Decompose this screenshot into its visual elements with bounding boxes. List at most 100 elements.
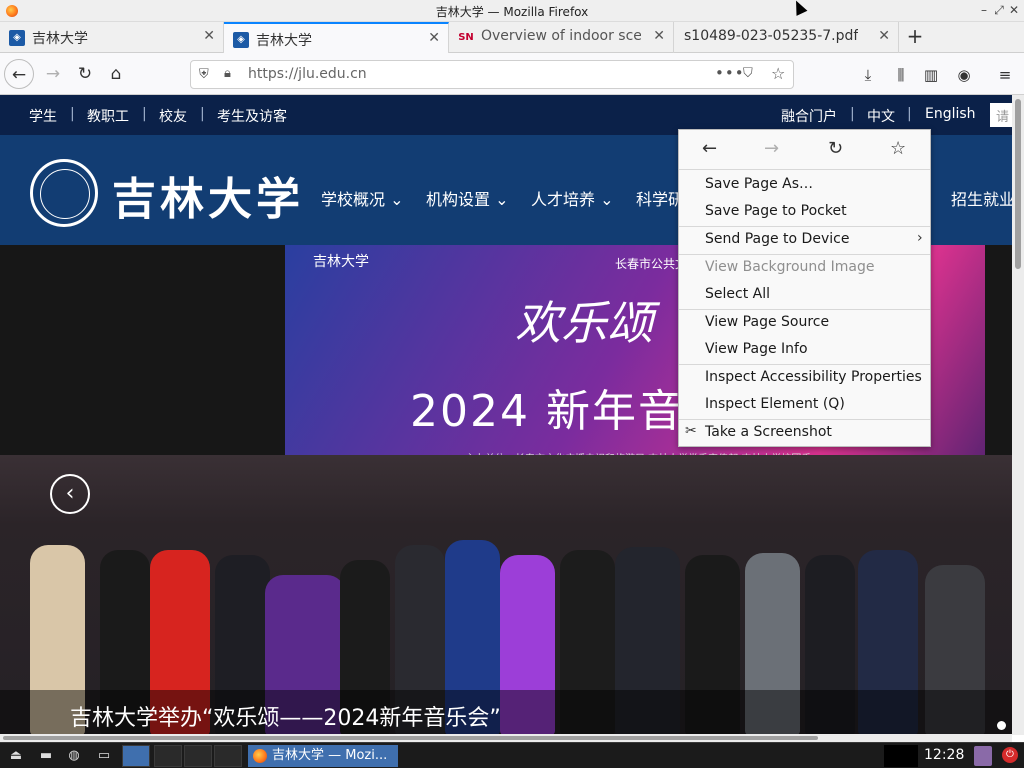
close-tab-icon[interactable]: ✕ (653, 28, 665, 44)
menu-inspect-element[interactable]: Inspect Element (Q) (705, 396, 845, 412)
separator: | (200, 106, 205, 122)
power-icon[interactable]: ⏻ (1002, 747, 1018, 763)
tab-pdf[interactable]: s10489-023-05235-7.pdf ✕ (674, 22, 899, 53)
menu-save-page-as[interactable]: Save Page As… (705, 176, 813, 192)
tab-label: 吉林大学 (256, 33, 312, 49)
workspace-1[interactable] (154, 745, 182, 767)
tab-label: s10489-023-05235-7.pdf (684, 28, 859, 44)
university-favicon-icon: ◈ (9, 30, 25, 46)
tab-label: 吉林大学 (32, 31, 88, 47)
banner-script-text: 欢乐颂 (515, 296, 653, 350)
link-english[interactable]: English (925, 106, 976, 122)
lock-icon[interactable]: 🔒︎ (224, 66, 231, 81)
menu-separator (679, 419, 930, 420)
link-visitors[interactable]: 考生及访客 (217, 106, 287, 126)
separator: | (907, 106, 912, 122)
close-window-button[interactable]: ✕ (1007, 2, 1021, 18)
workspace-3[interactable] (214, 745, 242, 767)
minimize-button[interactable]: – (977, 2, 991, 18)
nav-education[interactable]: 人才培养 ⌄ (531, 186, 614, 210)
tracking-shield-icon[interactable]: ⛨ (199, 67, 209, 82)
hero-caption[interactable]: 吉林大学举办“欢乐颂——2024新年音乐会” (70, 700, 501, 732)
context-menu: ← → ↻ ☆ Save Page As… Save Page to Pocke… (678, 129, 931, 447)
university-logo-text[interactable]: 吉林大学 (112, 163, 304, 227)
submenu-chevron-icon: › (917, 230, 923, 246)
file-manager-icon[interactable]: ▭ (94, 746, 114, 766)
maximize-button[interactable]: ⤢ (992, 2, 1006, 18)
link-staff[interactable]: 教职工 (87, 106, 129, 126)
context-nav-row: ← → ↻ ☆ (679, 130, 930, 170)
close-tab-icon[interactable]: ✕ (203, 28, 215, 44)
link-portal[interactable]: 融合门户 (781, 106, 837, 126)
context-bookmark-icon[interactable]: ☆ (890, 138, 906, 159)
url-text[interactable]: https://jlu.edu.cn (248, 66, 367, 82)
home-button[interactable]: ⌂ (101, 59, 131, 89)
scrollbar-thumb[interactable] (1015, 99, 1021, 269)
new-tab-button[interactable]: + (902, 24, 928, 50)
tab-jlu-active[interactable]: ◈ 吉林大学 ✕ (224, 22, 449, 53)
menu-separator (679, 364, 930, 365)
firefox-launcher-icon[interactable] (122, 745, 150, 767)
close-tab-icon[interactable]: ✕ (428, 30, 440, 46)
tab-overview-indoor[interactable]: SN Overview of indoor scen ✕ (449, 22, 674, 53)
menu-separator (679, 226, 930, 227)
browser-launcher-icon[interactable]: ◍ (64, 746, 84, 766)
separator: | (70, 106, 75, 122)
start-menu-icon[interactable]: ⏏ (6, 746, 26, 766)
link-students[interactable]: 学生 (29, 106, 57, 126)
downloads-icon[interactable]: ⤓ (857, 64, 879, 86)
forward-button[interactable]: → (38, 59, 68, 89)
horizontal-scrollbar[interactable] (0, 734, 1012, 742)
back-button[interactable]: ← (4, 59, 34, 89)
os-taskbar: ⏏ ▬ ◍ ▭ 吉林大学 — Mozi... 12:28 ⏻ (0, 742, 1024, 768)
nav-admissions[interactable]: 招生就业 (951, 186, 1012, 210)
tab-label: Overview of indoor scen (481, 28, 641, 44)
context-back-icon[interactable]: ← (702, 138, 717, 159)
workspace-2[interactable] (184, 745, 212, 767)
banner-org-text: 吉林大学 (313, 254, 369, 270)
menu-view-page-info[interactable]: View Page Info (705, 341, 808, 357)
carousel-dot[interactable] (997, 721, 1006, 730)
menu-save-to-pocket[interactable]: Save Page to Pocket (705, 203, 847, 219)
close-tab-icon[interactable]: ✕ (878, 28, 890, 44)
vertical-scrollbar[interactable] (1012, 95, 1024, 735)
menu-select-all[interactable]: Select All (705, 286, 770, 302)
menu-separator (679, 254, 930, 255)
sidebar-icon[interactable]: ▥ (920, 64, 942, 86)
university-seal-logo[interactable] (30, 159, 98, 227)
menu-inspect-accessibility[interactable]: Inspect Accessibility Properties (705, 369, 922, 385)
pocket-icon[interactable]: ⛉ (743, 66, 753, 81)
context-reload-icon[interactable]: ↻ (828, 138, 843, 159)
window-title: 吉林大学 — Mozilla Firefox (435, 5, 589, 19)
nav-institutions[interactable]: 机构设置 ⌄ (426, 186, 509, 210)
site-search-input[interactable]: 请 (990, 103, 1012, 127)
tray-app-icon[interactable] (974, 746, 992, 766)
carousel-prev-button[interactable]: ‹ (50, 474, 90, 514)
taskbar-firefox-window[interactable]: 吉林大学 — Mozi... (248, 745, 398, 767)
url-bar[interactable]: ⛨ 🔒︎ https://jlu.edu.cn ••• ⛉ ☆ (190, 60, 794, 89)
context-forward-icon[interactable]: → (764, 138, 779, 159)
menu-view-page-source[interactable]: View Page Source (705, 314, 829, 330)
firefox-icon (253, 749, 267, 763)
library-icon[interactable]: ⫼ (890, 64, 912, 86)
menu-send-to-device[interactable]: Send Page to Device (705, 231, 849, 247)
account-icon[interactable]: ◉ (953, 64, 975, 86)
tab-strip: ◈ 吉林大学 ✕ ◈ 吉林大学 ✕ SN Overview of indoor … (0, 22, 1024, 53)
page-actions-icon[interactable]: ••• (715, 64, 745, 82)
springer-favicon-icon: SN (458, 32, 474, 43)
show-desktop-icon[interactable]: ▬ (36, 746, 56, 766)
clock[interactable]: 12:28 (924, 747, 964, 763)
nav-about[interactable]: 学校概况 ⌄ (321, 186, 404, 210)
reload-button[interactable]: ↻ (70, 59, 100, 89)
menu-separator (679, 309, 930, 310)
nav-research[interactable]: 科学研 (636, 186, 684, 210)
bookmark-star-icon[interactable]: ☆ (771, 64, 785, 83)
link-alumni[interactable]: 校友 (159, 106, 187, 126)
tab-jlu-1[interactable]: ◈ 吉林大学 ✕ (0, 22, 224, 53)
banner-headline: 2024 新年音 (410, 386, 684, 437)
link-chinese[interactable]: 中文 (867, 106, 895, 126)
menu-take-screenshot[interactable]: Take a Screenshot (705, 424, 832, 440)
hamburger-menu-icon[interactable]: ≡ (994, 64, 1016, 86)
scrollbar-thumb[interactable] (3, 736, 818, 740)
window-title-bar: 吉林大学 — Mozilla Firefox – ⤢ ✕ (0, 0, 1024, 22)
